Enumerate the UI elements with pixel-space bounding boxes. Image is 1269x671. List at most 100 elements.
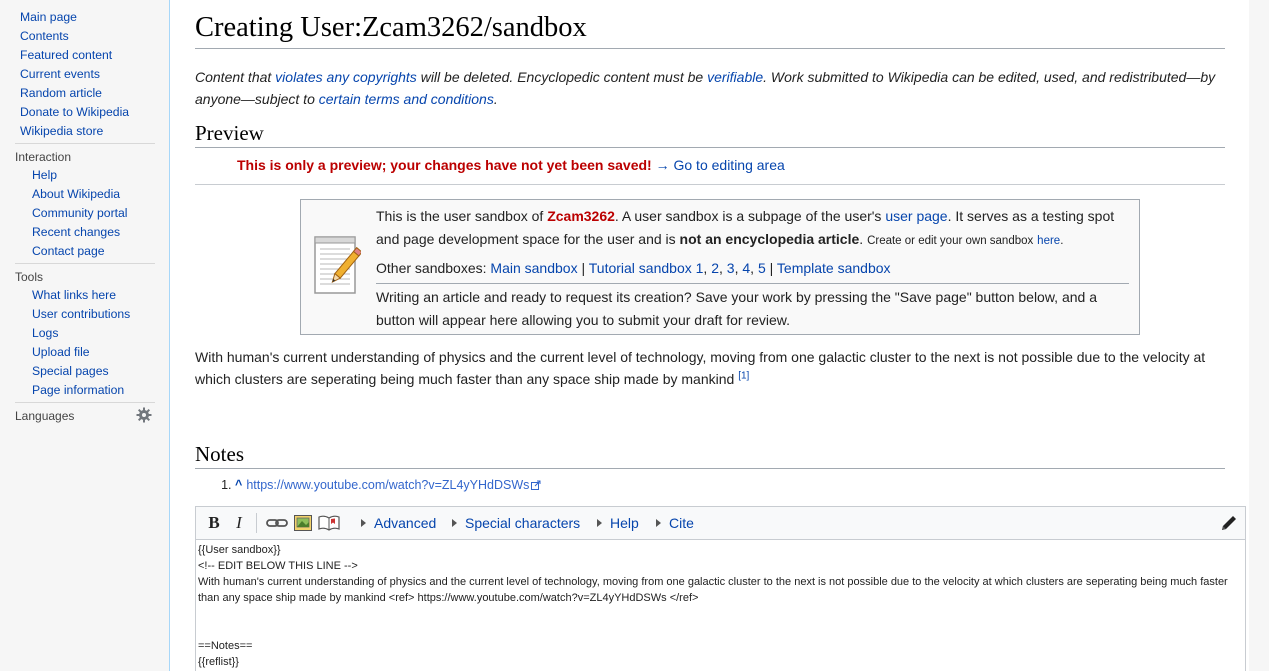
- nav-random-article[interactable]: Random article: [0, 84, 170, 103]
- italic-button[interactable]: I: [232, 507, 246, 539]
- preview-warning: This is only a preview; your changes hav…: [237, 157, 652, 173]
- toolbar-separator: [256, 513, 257, 533]
- embedded-file-icon[interactable]: [294, 515, 312, 531]
- nav-what-links-here[interactable]: What links here: [0, 286, 170, 305]
- go-to-editing-link[interactable]: Go to editing area: [673, 157, 784, 173]
- nav-contents[interactable]: Contents: [0, 27, 170, 46]
- sidebar: Main page Contents Featured content Curr…: [0, 0, 170, 671]
- divider: [15, 263, 155, 264]
- text: This is the user sandbox of: [376, 208, 548, 224]
- triangle-right-icon: [597, 519, 602, 527]
- wikitext-textarea[interactable]: {{User sandbox}} <!-- EDIT BELOW THIS LI…: [196, 540, 1245, 671]
- copyright-text: Content that: [195, 69, 276, 85]
- divider: [15, 143, 155, 144]
- preview-notice: This is only a preview; your changes hav…: [195, 155, 1225, 185]
- interaction-heading: Interaction: [15, 150, 72, 164]
- tutorial-5-link[interactable]: 5: [758, 260, 766, 276]
- main-sandbox-link[interactable]: Main sandbox: [490, 260, 577, 276]
- notes-list: ^ https://www.youtube.com/watch?v=ZL4yYHd…: [195, 477, 1225, 494]
- tools-heading: Tools: [15, 270, 44, 284]
- text: . A user sandbox is a subpage of the use…: [614, 208, 886, 224]
- reference-book-icon[interactable]: [318, 515, 340, 531]
- interaction-nav: Help About Wikipedia Community portal Re…: [0, 166, 170, 261]
- user-link[interactable]: Zcam3262: [547, 208, 615, 224]
- nav-main-page[interactable]: Main page: [0, 8, 170, 27]
- arrow-icon: →: [655, 157, 670, 173]
- template-sandbox-link[interactable]: Template sandbox: [777, 260, 891, 276]
- not-article-text: not an encyclopedia article: [679, 231, 860, 247]
- tutorial-sandbox-link[interactable]: Tutorial sandbox 1: [589, 260, 704, 276]
- external-link-icon: [531, 480, 541, 490]
- list-item: ^ https://www.youtube.com/watch?v=ZL4yYHd…: [235, 477, 1225, 494]
- submit-draft-text: Writing an article and ready to request …: [376, 289, 1097, 328]
- nav-featured-content[interactable]: Featured content: [0, 46, 170, 65]
- article-paragraph: With human's current understanding of ph…: [195, 346, 1225, 390]
- separator: |: [769, 260, 774, 276]
- nav-page-information[interactable]: Page information: [0, 381, 170, 400]
- help-menu[interactable]: Help: [597, 507, 639, 539]
- sandbox-notice-box: This is the user sandbox of Zcam3262. A …: [300, 199, 1140, 335]
- nav-logs[interactable]: Logs: [0, 324, 170, 343]
- divider: [15, 402, 155, 403]
- languages-row: Languages: [0, 407, 170, 425]
- external-link[interactable]: https://www.youtube.com/watch?v=ZL4yYHdD…: [246, 478, 529, 492]
- wikitext-editor: B I Advanced Special characters Help Cit…: [195, 506, 1246, 671]
- backlink-caret[interactable]: ^: [235, 478, 242, 492]
- notes-heading: Notes: [195, 440, 1225, 469]
- verifiable-link[interactable]: verifiable: [707, 69, 763, 85]
- tutorial-2-link[interactable]: 2: [711, 260, 719, 276]
- nav-user-contributions[interactable]: User contributions: [0, 305, 170, 324]
- user-page-link[interactable]: user page: [885, 208, 947, 224]
- nav-upload-file[interactable]: Upload file: [0, 343, 170, 362]
- triangle-right-icon: [361, 519, 366, 527]
- tutorial-3-link[interactable]: 3: [727, 260, 735, 276]
- preview-heading: Preview: [195, 119, 1225, 148]
- cite-menu[interactable]: Cite: [656, 507, 694, 539]
- tutorial-4-link[interactable]: 4: [742, 260, 750, 276]
- create-sandbox-text: Create or edit your own sandbox: [867, 235, 1034, 247]
- copyright-text: will be deleted. Encyclopedic content mu…: [416, 69, 708, 85]
- triangle-right-icon: [452, 519, 457, 527]
- tools-nav: What links here User contributions Logs …: [0, 286, 170, 400]
- triangle-right-icon: [656, 519, 661, 527]
- terms-link[interactable]: certain terms and conditions: [319, 91, 494, 107]
- advanced-menu[interactable]: Advanced: [361, 507, 436, 539]
- link-icon[interactable]: [266, 515, 288, 531]
- other-sandboxes-label: Other sandboxes:: [376, 260, 491, 276]
- nav-about-wikipedia[interactable]: About Wikipedia: [0, 185, 170, 204]
- special-characters-menu[interactable]: Special characters: [452, 507, 580, 539]
- bold-button[interactable]: B: [206, 507, 222, 539]
- copyright-warning: Content that violates any copyrights wil…: [195, 66, 1225, 110]
- nav-special-pages[interactable]: Special pages: [0, 362, 170, 381]
- sandbox-description: This is the user sandbox of Zcam3262. A …: [376, 205, 1129, 253]
- here-link[interactable]: here: [1037, 235, 1060, 247]
- nav-community-portal[interactable]: Community portal: [0, 204, 170, 223]
- nav-help[interactable]: Help: [0, 166, 170, 185]
- gear-icon[interactable]: [136, 407, 152, 423]
- content-area: Creating User:Zcam3262/sandbox Content t…: [169, 0, 1249, 671]
- divider: [376, 283, 1129, 284]
- nav-wikipedia-store[interactable]: Wikipedia store: [0, 122, 170, 141]
- menu-label: Special characters: [465, 515, 581, 531]
- copyright-text: .: [493, 91, 498, 107]
- menu-label: Help: [610, 515, 639, 531]
- menu-label: Cite: [669, 515, 694, 531]
- menu-label: Advanced: [374, 515, 437, 531]
- copyright-link[interactable]: violates any copyrights: [275, 69, 417, 85]
- pencil-icon[interactable]: [1219, 513, 1239, 533]
- paragraph-text: With human's current understanding of ph…: [195, 349, 1206, 387]
- nav-current-events[interactable]: Current events: [0, 65, 170, 84]
- nav-donate[interactable]: Donate to Wikipedia: [0, 103, 170, 122]
- notepad-pencil-icon: [313, 235, 363, 297]
- nav-recent-changes[interactable]: Recent changes: [0, 223, 170, 242]
- nav-contact-page[interactable]: Contact page: [0, 242, 170, 261]
- sandbox-notice-text: This is the user sandbox of Zcam3262. A …: [376, 205, 1129, 332]
- reference-link[interactable]: [1]: [738, 370, 749, 381]
- page-title: Creating User:Zcam3262/sandbox: [195, 11, 1225, 49]
- text: .: [859, 231, 864, 247]
- main-nav: Main page Contents Featured content Curr…: [0, 8, 170, 141]
- other-sandboxes: Other sandboxes: Main sandbox | Tutorial…: [376, 260, 891, 276]
- editor-toolbar: B I Advanced Special characters Help Cit…: [196, 507, 1245, 540]
- text: .: [1060, 235, 1064, 247]
- separator: |: [581, 260, 586, 276]
